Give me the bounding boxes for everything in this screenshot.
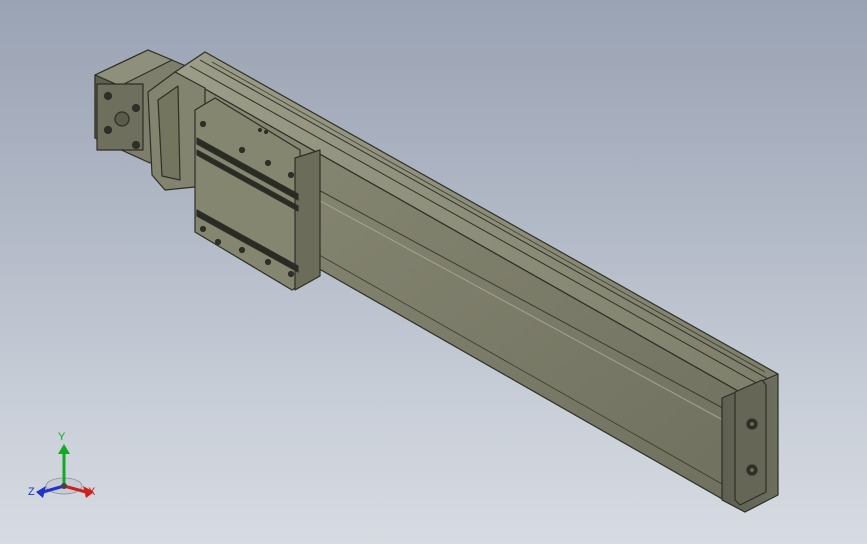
axis-y-label: Y	[58, 431, 66, 443]
axis-z-label: Z	[28, 486, 35, 498]
linear-actuator-model[interactable]	[94, 49, 779, 513]
cad-viewport[interactable]	[0, 0, 867, 544]
coordinate-triad: Y X Z	[28, 430, 103, 505]
axis-x-label: X	[88, 486, 96, 498]
